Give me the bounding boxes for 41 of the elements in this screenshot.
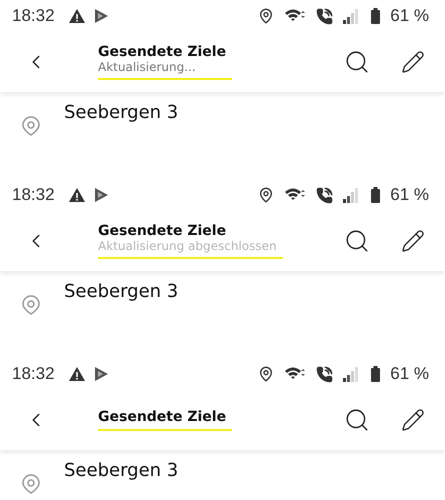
pencil-icon bbox=[401, 229, 425, 253]
screen-title: Gesendete Ziele bbox=[98, 44, 226, 60]
wifi-icon bbox=[284, 8, 306, 24]
location-pin-icon bbox=[22, 295, 40, 315]
warning-icon bbox=[68, 188, 85, 202]
phone-icon bbox=[316, 186, 334, 204]
location-icon bbox=[258, 187, 274, 203]
warning-icon bbox=[68, 367, 85, 381]
battery-level: 61 % bbox=[390, 6, 429, 26]
battery-icon bbox=[371, 8, 380, 24]
play-store-icon bbox=[94, 367, 108, 381]
search-icon bbox=[344, 228, 370, 254]
status-subtitle: Aktualisierung abgeschlossen bbox=[98, 239, 277, 253]
destination-name[interactable]: Seebergen 3 bbox=[64, 102, 178, 123]
location-pin-icon bbox=[22, 116, 40, 136]
play-store-icon bbox=[94, 188, 108, 202]
battery-level: 61 % bbox=[390, 364, 429, 384]
screen-title: Gesendete Ziele bbox=[98, 409, 226, 425]
pencil-icon bbox=[401, 50, 425, 74]
status-time: 18:32 bbox=[12, 364, 55, 384]
search-icon bbox=[344, 49, 370, 75]
location-pin-icon bbox=[22, 474, 40, 494]
screen-title: Gesendete Ziele bbox=[98, 223, 228, 239]
search-icon bbox=[344, 407, 370, 433]
battery-icon bbox=[371, 187, 380, 203]
pencil-icon bbox=[401, 408, 425, 432]
wifi-icon bbox=[284, 187, 306, 203]
destination-name[interactable]: Seebergen 3 bbox=[64, 281, 178, 302]
warning-icon bbox=[68, 9, 85, 23]
play-store-icon bbox=[94, 9, 108, 23]
location-icon bbox=[258, 366, 274, 382]
destination-name[interactable]: Seebergen 3 bbox=[64, 460, 178, 481]
battery-icon bbox=[371, 366, 380, 382]
wifi-icon bbox=[284, 366, 306, 382]
status-time: 18:32 bbox=[12, 185, 55, 205]
location-icon bbox=[258, 8, 274, 24]
status-subtitle: Aktualisierung... bbox=[98, 60, 197, 74]
status-time: 18:32 bbox=[12, 6, 55, 26]
phone-icon bbox=[316, 8, 334, 24]
phone-icon bbox=[316, 366, 334, 382]
battery-level: 61 % bbox=[390, 185, 429, 205]
